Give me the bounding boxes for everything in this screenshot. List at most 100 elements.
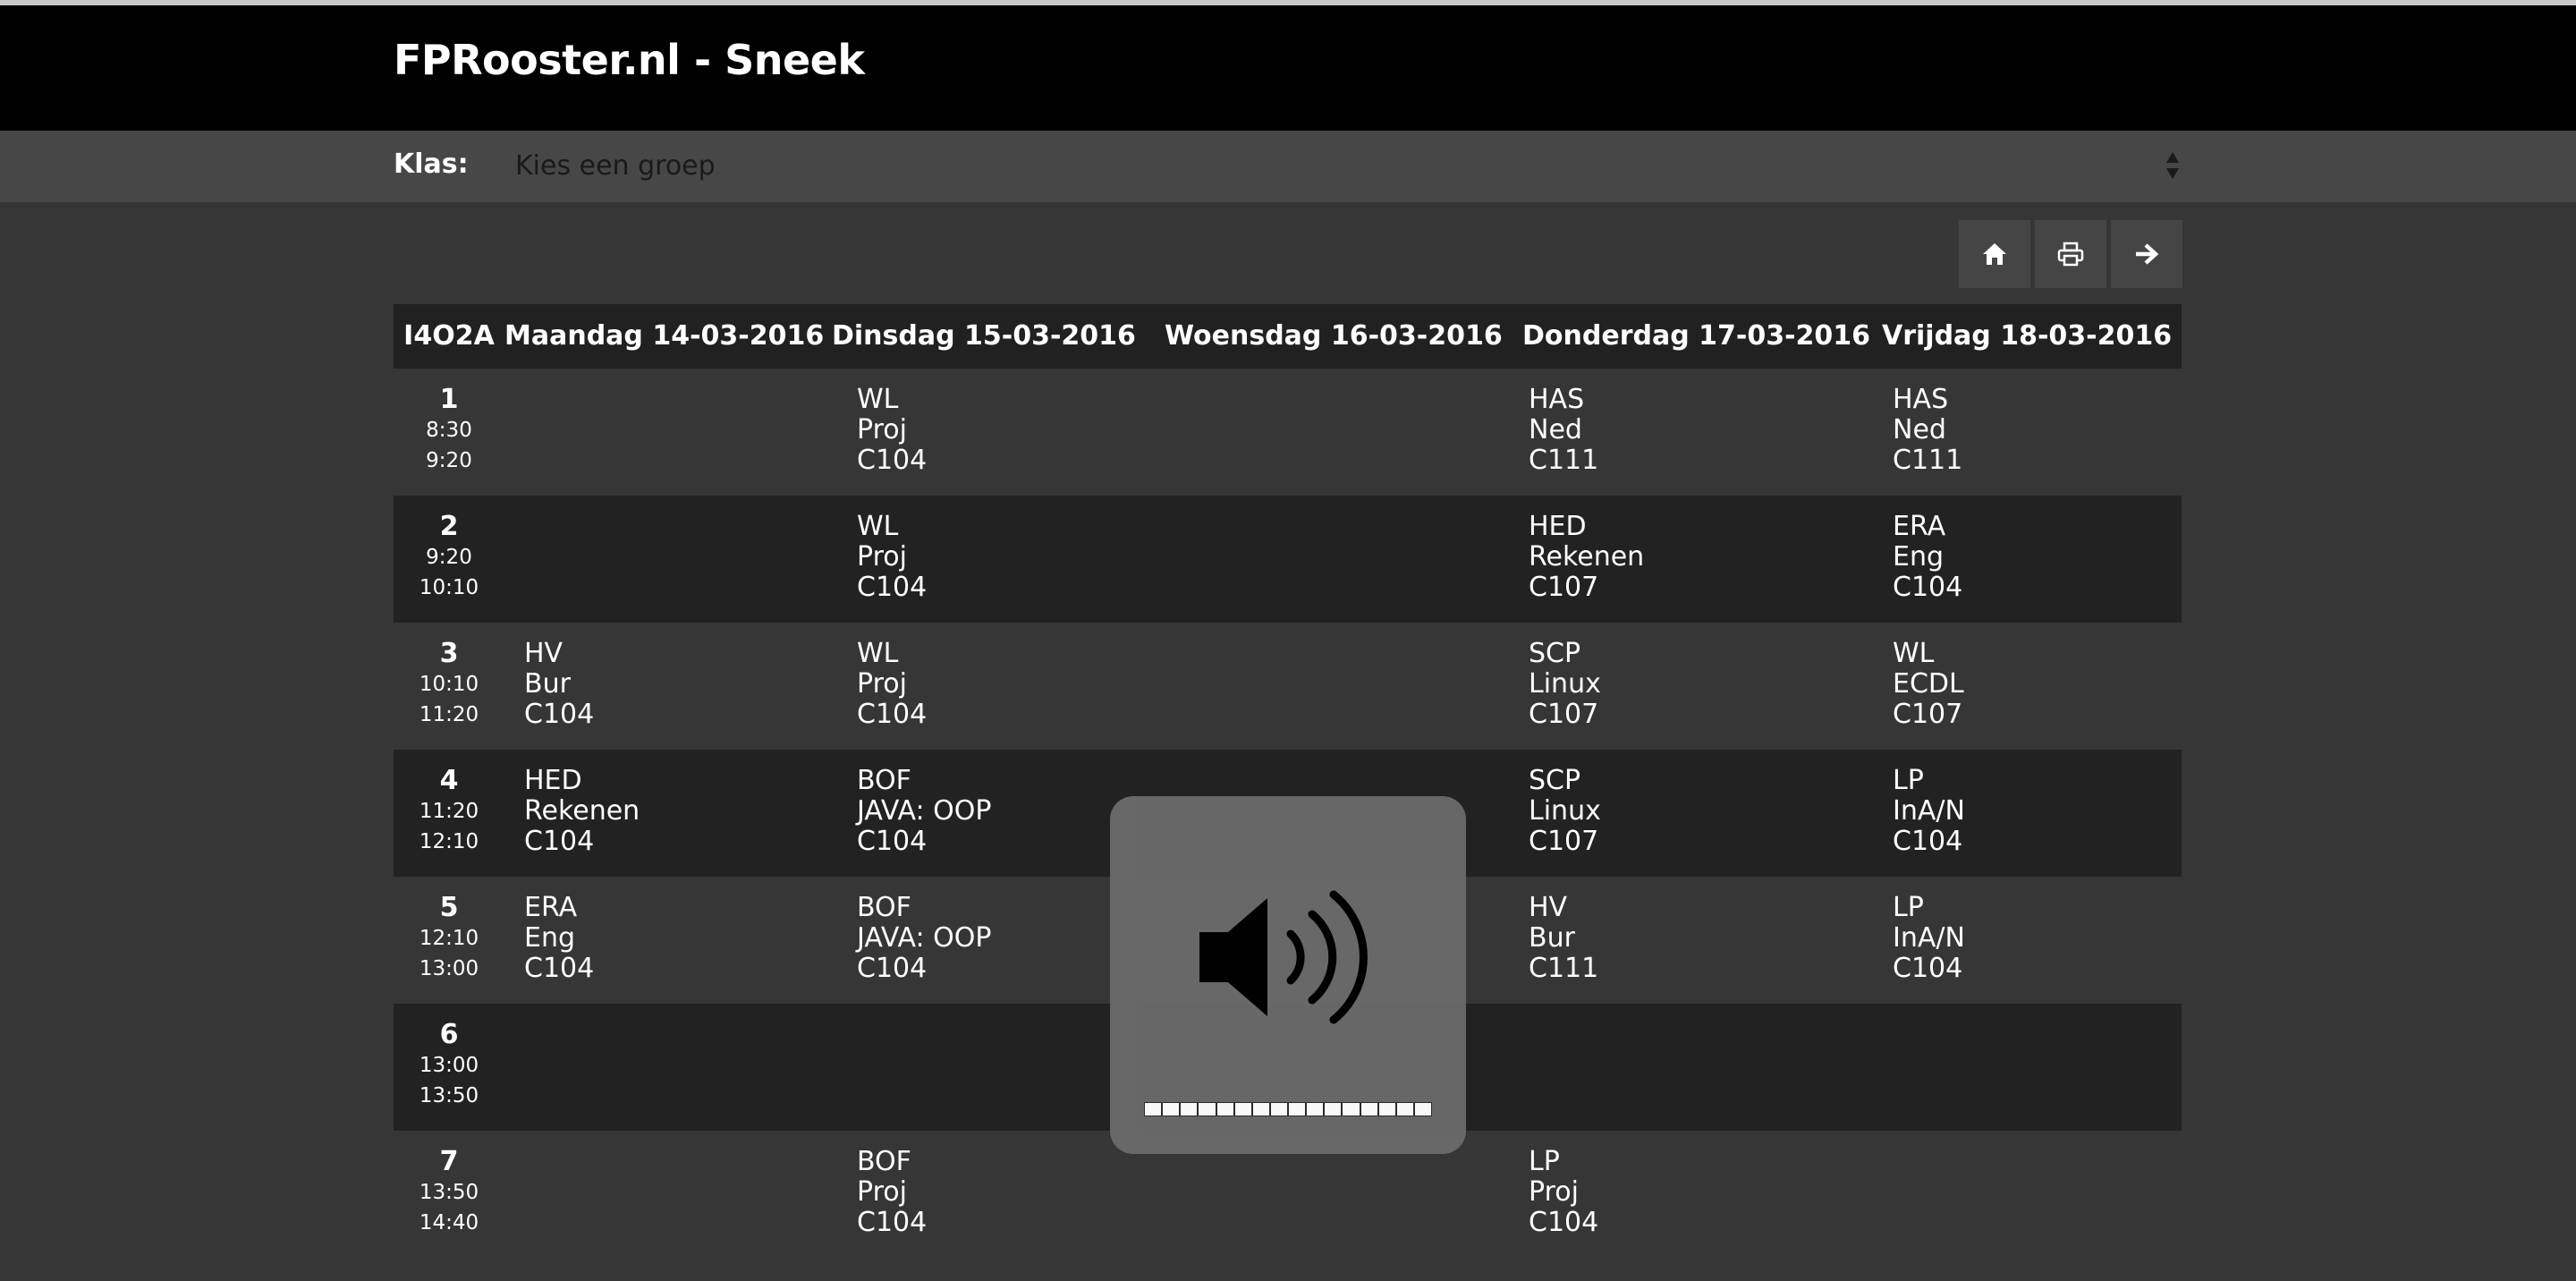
teacher-code: HAS — [1529, 384, 1585, 415]
teacher-code: HAS — [1893, 384, 1949, 415]
room: C104 — [524, 699, 595, 730]
lesson-end-time: 12:10 — [419, 830, 479, 853]
lesson-cell: BOF JAVA: OOP C104 — [857, 766, 991, 857]
subject: Bur — [1529, 922, 1575, 954]
teacher-code: HV — [524, 638, 564, 669]
room: C104 — [857, 953, 928, 984]
subject: JAVA: OOP — [857, 795, 992, 827]
teacher-code: WL — [857, 511, 899, 542]
klas-label: Klas: — [394, 148, 469, 180]
lesson-hour-number: 7 — [439, 1146, 459, 1177]
teacher-code: SCP — [1529, 638, 1581, 669]
room: C104 — [1893, 572, 1963, 603]
subject: ECDL — [1893, 668, 1964, 700]
lesson-cell: HED Rekenen C104 — [524, 766, 640, 857]
room: C104 — [1529, 1207, 1599, 1238]
lesson-cell: HAS Ned C111 — [1529, 385, 1598, 476]
next-week-button[interactable] — [2111, 220, 2182, 288]
lesson-end-time: 11:20 — [419, 703, 479, 726]
subject: Ned — [1893, 414, 1946, 445]
speaker-volume-icon — [1199, 890, 1368, 1024]
room: C104 — [524, 826, 595, 857]
room: C107 — [1893, 699, 1963, 730]
teacher-code: LP — [1893, 892, 1924, 923]
subject: Rekenen — [1529, 541, 1645, 573]
timetable-header: I4O2A Maandag 14-03-2016 Dinsdag 15-03-2… — [394, 304, 2182, 369]
volume-segment — [1216, 1103, 1233, 1116]
teacher-code: LP — [1893, 765, 1924, 796]
subject: InA/N — [1893, 795, 1965, 827]
hour-cell: 2 9:20 10:10 — [394, 512, 504, 603]
lesson-cell: ERA Eng C104 — [524, 893, 594, 984]
room: C104 — [1893, 953, 1963, 984]
group-select-value: Kies een groep — [515, 150, 716, 182]
lesson-hour-number: 6 — [439, 1019, 459, 1050]
lesson-hour-number: 1 — [439, 384, 459, 415]
lesson-start-time: 12:10 — [419, 927, 479, 950]
teacher-code: HV — [1529, 892, 1568, 923]
volume-segment — [1414, 1103, 1431, 1116]
home-button[interactable] — [1959, 220, 2030, 288]
hour-cell: 7 13:50 14:40 — [394, 1147, 504, 1238]
subject: Eng — [1893, 541, 1945, 573]
teacher-code: LP — [1529, 1146, 1560, 1177]
volume-segment — [1199, 1103, 1216, 1116]
lesson-cell: SCP Linux C107 — [1529, 766, 1601, 857]
lesson-cell: BOF Proj C104 — [857, 1147, 927, 1238]
volume-level-bar — [1144, 1102, 1432, 1116]
teacher-code: WL — [1893, 638, 1935, 669]
subject: JAVA: OOP — [857, 922, 992, 954]
teacher-code: HED — [1529, 511, 1587, 542]
subject: Eng — [524, 922, 576, 954]
hour-cell: 4 11:20 12:10 — [394, 766, 504, 857]
day-header: Woensdag 16-03-2016 — [1165, 320, 1503, 352]
volume-segment — [1378, 1103, 1395, 1116]
subject: Proj — [857, 668, 907, 700]
room: C107 — [1529, 699, 1599, 730]
print-button[interactable] — [2035, 220, 2106, 288]
teacher-code: BOF — [857, 892, 911, 923]
volume-segment — [1163, 1103, 1180, 1116]
home-icon — [1983, 243, 2006, 265]
lesson-cell: LP Proj C104 — [1529, 1147, 1598, 1238]
lesson-start-time: 13:00 — [419, 1054, 479, 1077]
subject: Proj — [857, 541, 907, 573]
room: C104 — [857, 826, 928, 857]
lesson-cell: WL Proj C104 — [857, 639, 927, 730]
room: C107 — [1529, 572, 1599, 603]
teacher-code: SCP — [1529, 765, 1581, 796]
lesson-hour-number: 3 — [439, 638, 459, 669]
group-select[interactable]: Kies een groep — [515, 141, 2181, 191]
group-selector-bar: Klas: Kies een groep — [0, 131, 2576, 202]
lesson-cell: LP InA/N C104 — [1893, 766, 1965, 857]
lesson-cell: LP InA/N C104 — [1893, 893, 1965, 984]
volume-segment — [1307, 1103, 1324, 1116]
volume-segment — [1325, 1103, 1342, 1116]
lesson-hour-number: 4 — [439, 765, 459, 796]
teacher-code: BOF — [857, 765, 911, 796]
hour-cell: 1 8:30 9:20 — [394, 385, 504, 476]
subject: Ned — [1529, 414, 1582, 445]
site-title[interactable]: FPRooster.nl - Sneek — [394, 36, 865, 84]
lesson-start-time: 8:30 — [426, 419, 472, 442]
teacher-code: ERA — [524, 892, 578, 923]
volume-segment — [1181, 1103, 1198, 1116]
lesson-cell: BOF JAVA: OOP C104 — [857, 893, 991, 984]
lesson-end-time: 13:50 — [419, 1084, 479, 1107]
volume-segment — [1270, 1103, 1287, 1116]
table-row: 3 10:10 11:20 HV Bur C104 WL Proj C104 SCP Linux C1… — [394, 623, 2182, 750]
lesson-end-time: 13:00 — [419, 957, 479, 980]
teacher-code: WL — [857, 384, 899, 415]
room: C104 — [857, 699, 928, 730]
volume-segment — [1343, 1103, 1360, 1116]
table-row: 2 9:20 10:10 WL Proj C104 HED Rekenen C107 ERA Eng… — [394, 496, 2182, 623]
room: C104 — [857, 445, 928, 476]
lesson-cell: HAS Ned C111 — [1893, 385, 1962, 476]
day-header: Maandag 14-03-2016 — [504, 320, 825, 352]
lesson-cell: WL Proj C104 — [857, 385, 927, 476]
lesson-end-time: 9:20 — [426, 449, 472, 472]
room: C104 — [524, 953, 595, 984]
lesson-hour-number: 2 — [439, 511, 459, 542]
hour-cell: 3 10:10 11:20 — [394, 639, 504, 730]
subject: Proj — [857, 1176, 907, 1208]
